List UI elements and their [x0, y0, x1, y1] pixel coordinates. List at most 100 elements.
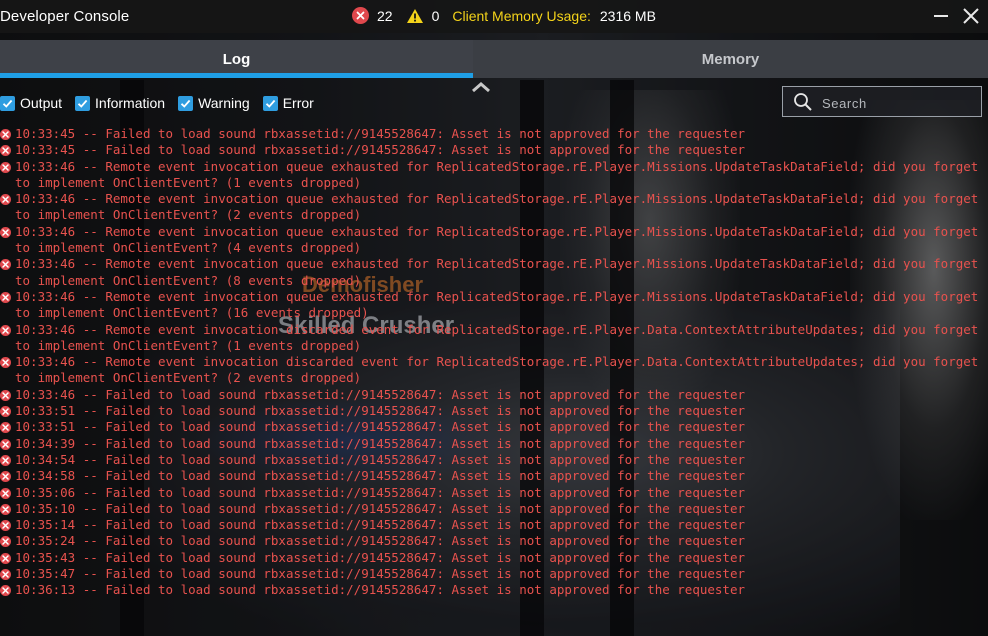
log-time: 10:33:45: [15, 142, 76, 158]
minimize-icon: [934, 15, 948, 17]
log-time: 10:34:39: [15, 435, 76, 451]
filter-output-label: Output: [20, 95, 63, 111]
log-message: Remote event invocation queue exhausted …: [15, 288, 986, 321]
checkbox-information[interactable]: [75, 95, 91, 111]
log-message: Failed to load sound rbxassetid://914552…: [105, 533, 746, 549]
log-message: Remote event invocation queue exhausted …: [15, 256, 986, 288]
log-time: 10:33:45: [15, 126, 76, 141]
log-time: 10:33:46: [15, 321, 76, 337]
console-tabs: Log Memory: [0, 40, 988, 78]
log-entry: 10:33:46 -- Remote event invocation queu…: [0, 256, 988, 289]
tab-memory[interactable]: Memory: [473, 40, 988, 78]
log-time: 10:35:43: [15, 549, 76, 565]
collapse-button[interactable]: [470, 80, 492, 94]
log-entry: 10:33:46 -- Remote event invocation queu…: [0, 159, 988, 192]
filter-output[interactable]: Output: [0, 95, 62, 111]
log-output[interactable]: 10:33:45 -- Failed to load sound rbxasse…: [0, 126, 988, 636]
log-time: 10:35:47: [15, 566, 76, 582]
log-message: Failed to load sound rbxassetid://914552…: [105, 582, 746, 598]
log-message: Failed to load sound rbxassetid://914552…: [105, 403, 746, 419]
tab-memory-label: Memory: [701, 50, 760, 68]
filter-error[interactable]: Error: [262, 95, 314, 111]
error-icon: [0, 422, 11, 434]
console-title: Developer Console: [0, 8, 130, 25]
log-entry: 10:33:45 -- Failed to load sound rbxasse…: [0, 142, 988, 158]
log-entry: 10:33:46 -- Remote event invocation disc…: [0, 354, 988, 387]
search-input[interactable]: [820, 93, 979, 113]
log-message: Failed to load sound rbxassetid://914552…: [105, 566, 746, 582]
checkbox-error[interactable]: [262, 95, 278, 111]
log-time: 10:34:58: [15, 468, 76, 484]
log-time: 10:33:46: [15, 256, 76, 272]
log-message: Failed to load sound rbxassetid://914552…: [105, 419, 746, 435]
filter-information-label: Information: [95, 95, 166, 111]
log-entry: 10:33:46 -- Remote event invocation queu…: [0, 289, 988, 322]
log-time: 10:34:54: [15, 451, 76, 467]
error-icon: [0, 357, 11, 369]
log-entry: 10:34:58 -- Failed to load sound rbxasse…: [0, 468, 988, 484]
checkbox-output[interactable]: [0, 95, 15, 111]
log-message: Remote event invocation queue exhausted …: [15, 223, 986, 256]
tab-log-label: Log: [222, 50, 251, 68]
active-tab-indicator: [0, 73, 473, 78]
log-entry: 10:35:43 -- Failed to load sound rbxasse…: [0, 550, 988, 566]
log-time: 10:33:46: [15, 288, 76, 304]
error-icon: [0, 145, 11, 157]
error-icon: [0, 552, 11, 564]
log-message: Remote event invocation discarded event …: [15, 321, 986, 353]
log-entry: 10:33:46 -- Remote event invocation disc…: [0, 322, 988, 355]
search-icon: [794, 93, 812, 111]
error-icon: [0, 226, 11, 238]
log-time: 10:35:06: [15, 484, 76, 500]
search-box[interactable]: [782, 86, 982, 117]
log-time: 10:33:46: [15, 354, 76, 370]
error-count-icon: [352, 7, 369, 24]
warning-count: 0: [431, 7, 440, 24]
log-time: 10:33:46: [15, 191, 76, 207]
error-icon: [0, 129, 11, 140]
log-entry: 10:33:45 -- Failed to load sound rbxasse…: [0, 126, 988, 142]
log-entry: 10:35:10 -- Failed to load sound rbxasse…: [0, 501, 988, 517]
filter-warning[interactable]: Warning: [178, 95, 250, 111]
error-icon: [0, 324, 11, 336]
log-message: Failed to load sound rbxassetid://914552…: [105, 126, 746, 141]
error-icon: [0, 161, 11, 173]
log-entry: 10:33:51 -- Failed to load sound rbxasse…: [0, 403, 988, 419]
log-entry: 10:35:06 -- Failed to load sound rbxasse…: [0, 485, 988, 501]
console-stats: 22 0 Client Memory Usage: 2316 MB: [352, 7, 656, 24]
log-message: Failed to load sound rbxassetid://914552…: [105, 484, 746, 500]
error-icon: [0, 406, 11, 418]
log-time: 10:35:14: [15, 517, 76, 533]
log-message: Failed to load sound rbxassetid://914552…: [105, 386, 746, 402]
checkbox-warning[interactable]: [178, 95, 194, 111]
log-entry: 10:35:24 -- Failed to load sound rbxasse…: [0, 533, 988, 549]
log-entry: 10:34:54 -- Failed to load sound rbxasse…: [0, 452, 988, 468]
memory-usage-label: Client Memory Usage:: [452, 7, 591, 24]
log-entry: 10:34:39 -- Failed to load sound rbxasse…: [0, 436, 988, 452]
log-filters: Output Information Warning Error: [0, 92, 327, 114]
error-icon: [0, 520, 11, 532]
error-icon: [0, 454, 11, 466]
filter-information[interactable]: Information: [75, 95, 165, 111]
minimize-button[interactable]: [930, 5, 952, 27]
close-icon: [963, 8, 979, 24]
close-button[interactable]: [960, 5, 982, 27]
log-entry: 10:33:46 -- Failed to load sound rbxasse…: [0, 387, 988, 403]
error-icon: [0, 194, 11, 206]
log-message: Failed to load sound rbxassetid://914552…: [105, 435, 746, 451]
log-time: 10:33:51: [15, 403, 76, 419]
error-icon: [0, 471, 11, 483]
log-time: 10:35:10: [15, 500, 76, 516]
checkmark-icon: [265, 99, 275, 108]
log-message: Failed to load sound rbxassetid://914552…: [105, 468, 746, 484]
log-entry: 10:35:14 -- Failed to load sound rbxasse…: [0, 517, 988, 533]
error-count: 22: [377, 7, 393, 24]
error-icon: [0, 291, 11, 303]
error-icon: [0, 503, 11, 515]
log-message: Remote event invocation queue exhausted …: [15, 191, 986, 223]
memory-usage-value: 2316 MB: [599, 7, 656, 24]
checkmark-icon: [180, 99, 191, 108]
log-time: 10:36:13: [15, 582, 76, 598]
error-icon: [0, 389, 11, 401]
error-icon: [0, 438, 11, 450]
